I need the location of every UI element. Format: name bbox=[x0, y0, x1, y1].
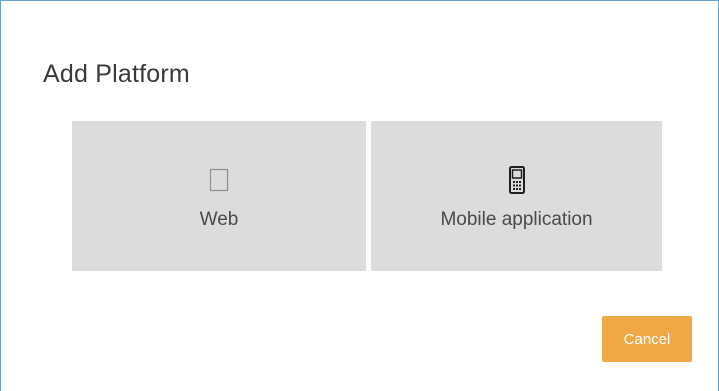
mobile-phone-icon bbox=[508, 166, 525, 194]
platform-tile-web[interactable]: Web bbox=[72, 121, 366, 271]
cancel-button[interactable]: Cancel bbox=[602, 316, 692, 362]
web-page-icon bbox=[209, 168, 229, 192]
platform-tile-label: Mobile application bbox=[440, 209, 593, 230]
add-platform-dialog: Add Platform Web Mobile application Canc… bbox=[0, 0, 719, 391]
platform-tile-mobile-application[interactable]: Mobile application bbox=[371, 121, 662, 271]
dialog-title: Add Platform bbox=[43, 60, 190, 88]
platform-tile-label: Web bbox=[199, 209, 239, 230]
